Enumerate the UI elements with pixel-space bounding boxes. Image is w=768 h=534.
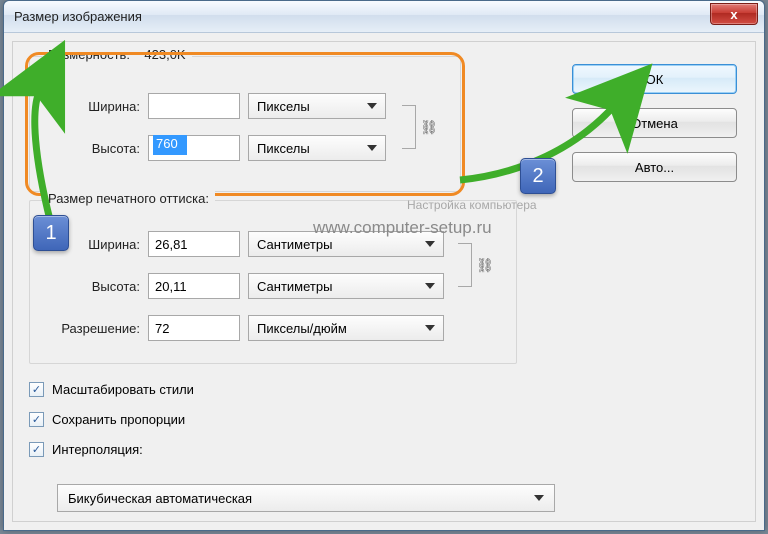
resolution-row: Разрешение: Пикселы/дюйм <box>30 315 444 341</box>
ok-button[interactable]: ОК <box>572 64 737 94</box>
pixel-width-input[interactable] <box>148 93 240 119</box>
link-icon[interactable]: ⛓ <box>476 255 494 275</box>
callout-badge-1: 1 <box>33 215 69 251</box>
print-height-input[interactable] <box>148 273 240 299</box>
pixel-width-row: Ширина: Пикселы <box>44 93 386 119</box>
cancel-button[interactable]: Отмена <box>572 108 737 138</box>
watermark-line2: www.computer-setup.ru <box>313 218 492 238</box>
callout-badge-2: 2 <box>520 158 556 194</box>
resolution-label: Разрешение: <box>30 321 140 336</box>
link-bracket <box>402 105 416 149</box>
chevron-down-icon <box>425 283 435 289</box>
pixel-width-unit-select[interactable]: Пикселы <box>248 93 386 119</box>
print-height-unit-select[interactable]: Сантиметры <box>248 273 444 299</box>
print-height-row: Высота: Сантиметры <box>44 273 444 299</box>
interpolation-checkbox[interactable]: ✓ Интерполяция: <box>29 442 143 457</box>
resolution-input[interactable] <box>148 315 240 341</box>
pixel-height-unit-select[interactable]: Пикселы <box>248 135 386 161</box>
print-width-input[interactable] <box>148 231 240 257</box>
pixel-height-label: Высота: <box>44 141 140 156</box>
constrain-checkbox[interactable]: ✓ Сохранить пропорции <box>29 412 185 427</box>
pixel-dimensions-group: Размерность: 423,0K Ширина: Пикселы Высо… <box>29 56 461 192</box>
buttons-column: ОК Отмена Авто... <box>572 64 737 182</box>
print-legend: Размер печатного оттиска: <box>42 191 215 206</box>
print-height-label: Высота: <box>44 279 140 294</box>
client-area: ОК Отмена Авто... Размерность: 423,0K Ши… <box>12 41 756 522</box>
checkbox-icon: ✓ <box>29 442 44 457</box>
resolution-unit-select[interactable]: Пикселы/дюйм <box>248 315 444 341</box>
close-button[interactable]: x <box>710 3 758 25</box>
scale-styles-label: Масштабировать стили <box>52 382 194 397</box>
pixel-legend: Размерность: 423,0K <box>42 47 192 62</box>
interpolation-label: Интерполяция: <box>52 442 143 457</box>
close-icon: x <box>730 7 737 22</box>
checkbox-icon: ✓ <box>29 412 44 427</box>
dialog-window: Размер изображения x ОК Отмена Авто... Р… <box>3 0 765 531</box>
link-bracket <box>458 243 472 287</box>
watermark-line1: Настройка компьютера <box>407 198 537 212</box>
pixel-height-row: Высота: Пикселы <box>44 135 386 161</box>
chevron-down-icon <box>367 103 377 109</box>
link-icon[interactable]: ⛓ <box>420 117 438 137</box>
chevron-down-icon <box>425 325 435 331</box>
interpolation-method-select[interactable]: Бикубическая автоматическая <box>57 484 555 512</box>
pixel-width-label: Ширина: <box>44 99 140 114</box>
constrain-label: Сохранить пропорции <box>52 412 185 427</box>
chevron-down-icon <box>425 241 435 247</box>
chevron-down-icon <box>534 495 544 501</box>
chevron-down-icon <box>367 145 377 151</box>
auto-button[interactable]: Авто... <box>572 152 737 182</box>
titlebar: Размер изображения x <box>4 1 764 33</box>
checkbox-icon: ✓ <box>29 382 44 397</box>
window-title: Размер изображения <box>14 9 142 24</box>
scale-styles-checkbox[interactable]: ✓ Масштабировать стили <box>29 382 194 397</box>
